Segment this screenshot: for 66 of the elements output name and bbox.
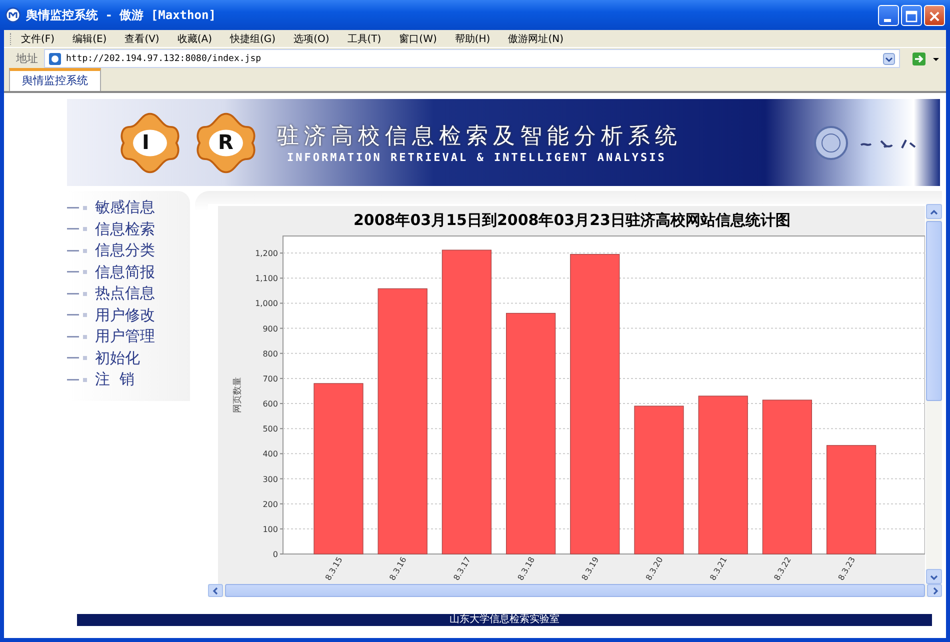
- sidebar-link[interactable]: 用户管理: [95, 327, 155, 346]
- dash-bullet-icon: [67, 225, 89, 234]
- scroll-left-icon[interactable]: [208, 584, 223, 597]
- minimize-icon: [884, 18, 891, 22]
- app-icon: [5, 7, 21, 23]
- logo-letter: R: [218, 130, 234, 154]
- vertical-scrollbar[interactable]: [926, 204, 942, 584]
- dash-bullet-icon: [67, 354, 89, 362]
- page-icon: [48, 52, 62, 66]
- sidebar-link[interactable]: 信息检索: [95, 220, 155, 239]
- menu-item[interactable]: 帮助(H): [454, 32, 490, 46]
- dash-bullet-icon: [67, 332, 89, 341]
- menu-item[interactable]: 收藏(A): [177, 32, 212, 46]
- menu-item[interactable]: 傲游网址(N): [508, 32, 564, 46]
- menu-item[interactable]: 文件(F): [21, 32, 55, 46]
- y-tick-label: 900: [262, 324, 278, 334]
- minimize-button[interactable]: [878, 4, 899, 26]
- sidebar-link[interactable]: 初始化: [95, 348, 140, 368]
- y-tick-label: 500: [262, 424, 278, 434]
- menu-item[interactable]: 选项(O): [294, 32, 330, 46]
- address-field[interactable]: http://202.194.97.132:8080/index.jsp: [44, 49, 900, 68]
- y-tick-label: 200: [262, 500, 278, 509]
- dropdown-icon[interactable]: [883, 52, 895, 64]
- banner-title: 驻济高校信息检索及智能分析系统: [277, 123, 682, 151]
- y-tick-label: 800: [262, 349, 278, 358]
- menu-item[interactable]: 快捷组(G): [230, 32, 276, 46]
- tab[interactable]: 舆情监控系统: [9, 68, 101, 91]
- menu-item[interactable]: 工具(T): [347, 32, 382, 46]
- window-title: 舆情监控系统 - 傲游 [Maxthon]: [26, 6, 217, 24]
- footer-bar: 山东大学信息检索实验室: [77, 614, 932, 626]
- y-tick-label: 1,000: [255, 299, 278, 308]
- y-tick-label: 300: [262, 474, 278, 484]
- y-tick-label: 1,100: [255, 274, 278, 284]
- y-tick-label: 600: [262, 400, 278, 409]
- menu-item[interactable]: 编辑(E): [72, 32, 107, 46]
- sidebar-link[interactable]: 信息简报: [95, 262, 155, 282]
- y-axis-label: 网页数量: [233, 377, 243, 413]
- close-button[interactable]: [924, 4, 945, 26]
- sidebar-link[interactable]: 敏感信息: [95, 198, 155, 218]
- go-icon[interactable]: [912, 52, 926, 66]
- scroll-down-icon[interactable]: [926, 569, 942, 584]
- scroll-thumb[interactable]: [926, 221, 942, 401]
- sidebar-link[interactable]: 热点信息: [95, 284, 155, 304]
- logo-letter: I: [142, 130, 150, 154]
- y-tick-label: 100: [262, 524, 278, 534]
- sidebar-link[interactable]: 信息分类: [95, 241, 155, 260]
- banner-subtitle: INFORMATION RETRIEVAL & INTELLIGENT ANALYSIS: [287, 151, 668, 164]
- dash-bullet-icon: [67, 311, 89, 320]
- chart-title: 2008年03月15日到2008年03月23日驻济高校网站信息统计图: [354, 211, 790, 229]
- maximize-button[interactable]: [901, 4, 922, 26]
- address-label: 地址: [16, 51, 38, 66]
- dash-bullet-icon: [67, 268, 89, 276]
- dash-bullet-icon: [67, 246, 89, 255]
- menu-item[interactable]: 窗口(W): [399, 32, 437, 46]
- dash-bullet-icon: [67, 376, 89, 384]
- y-tick-label: 1,200: [255, 249, 278, 258]
- scroll-right-icon[interactable]: [927, 584, 942, 597]
- y-tick-label: 0: [272, 550, 278, 559]
- dash-bullet-icon: [67, 204, 89, 212]
- y-tick-label: 400: [262, 450, 278, 459]
- y-tick-label: 700: [262, 374, 278, 384]
- scroll-up-icon[interactable]: [926, 204, 942, 219]
- menu-item[interactable]: 查看(V): [124, 32, 160, 46]
- dash-bullet-icon: [67, 290, 89, 298]
- sidebar-link[interactable]: 用户修改: [95, 306, 155, 325]
- sidebar-link[interactable]: 注 销: [95, 370, 135, 390]
